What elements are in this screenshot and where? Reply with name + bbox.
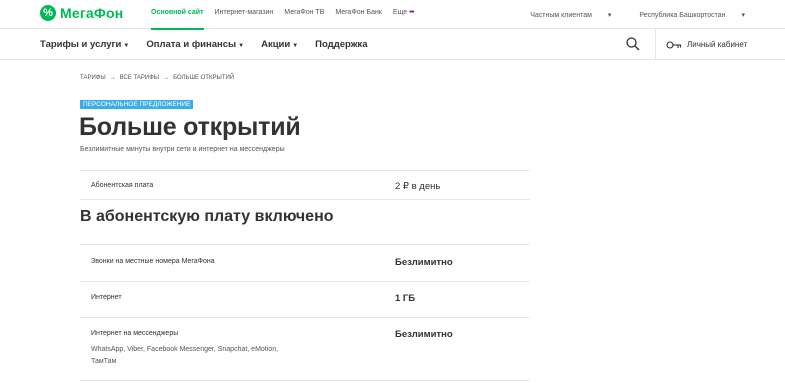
breadcrumb-tariffs[interactable]: Тарифы	[80, 75, 106, 81]
top-right: Частным клиентам ▾ Республика Башкортост…	[502, 0, 745, 29]
fee-value: 2 ₽ в день	[395, 181, 441, 192]
top-bar: % МегаФон Основной сайт Интернет-магазин…	[0, 0, 785, 30]
logo-icon: %	[40, 5, 56, 21]
logo-text: МегаФон	[60, 5, 124, 21]
top-nav-megafon-bank[interactable]: МегаФон Банк	[335, 0, 382, 29]
region-selector[interactable]: Республика Башкортостан ▾	[625, 11, 745, 19]
top-nav-megafon-tv[interactable]: МегаФон ТВ	[284, 0, 324, 29]
personal-account-label: Личный кабинет	[687, 40, 748, 49]
tariff-subtitle: Безлимитные минуты внутри сети и интерне…	[80, 146, 285, 153]
divider	[80, 380, 530, 381]
chevron-down-icon: ▼	[292, 43, 299, 49]
menu-payment[interactable]: Оплата и финансы ▼	[146, 39, 244, 50]
main-nav: Тарифы и услуги ▼ Оплата и финансы ▼ Акции…	[0, 29, 785, 60]
segment-selector[interactable]: Частным клиентам ▾	[516, 11, 611, 19]
menu-support[interactable]: Поддержка	[315, 39, 367, 50]
chevron-down-icon: ▾	[741, 11, 745, 19]
chevron-down-icon: ▾	[607, 11, 612, 19]
menu-promotions[interactable]: Акции ▼	[261, 39, 298, 50]
included-messengers-label: Интернет на мессенджеры	[91, 330, 179, 337]
top-nav-online-store[interactable]: Интернет-магазин	[215, 0, 274, 29]
divider	[80, 244, 530, 245]
divider	[80, 199, 530, 200]
included-messengers-value: Безлимитно	[395, 329, 453, 340]
top-nav: Основной сайт Интернет-магазин МегаФон Т…	[151, 0, 425, 30]
menu-promotions-label: Акции	[261, 39, 291, 50]
chevron-down-icon: ▼	[123, 43, 130, 49]
top-nav-main-site[interactable]: Основной сайт	[151, 0, 204, 30]
segment-label: Частным клиентам	[530, 11, 592, 19]
included-title: В абонентскую плату включено	[80, 208, 334, 225]
divider	[80, 281, 530, 282]
chevron-down-icon: ▼	[238, 43, 245, 49]
divider	[80, 170, 530, 171]
more-dots-icon: •••	[409, 9, 414, 16]
menu-payment-label: Оплата и финансы	[146, 39, 237, 50]
arrow-right-icon: →	[109, 75, 116, 81]
nav-divider	[655, 29, 656, 60]
included-internet-value: 1 ГБ	[395, 293, 416, 304]
messengers-list: WhatsApp, Viber, Facebook Messenger, Sna…	[91, 346, 279, 365]
personal-account-link[interactable]: Личный кабинет	[666, 29, 747, 60]
menu-tariffs[interactable]: Тарифы и услуги ▼	[40, 39, 129, 50]
included-calls-label: Звонки на местные номера МегаФона	[91, 258, 215, 265]
breadcrumb-all-tariffs[interactable]: Все тарифы	[120, 75, 159, 81]
search-icon[interactable]	[625, 36, 641, 52]
divider	[80, 317, 530, 318]
top-nav-more[interactable]: Еще •••	[392, 0, 415, 29]
included-internet-label: Интернет	[91, 294, 122, 301]
megafon-logo[interactable]: % МегаФон	[40, 5, 123, 21]
top-nav-more-label: Еще	[392, 9, 408, 16]
personal-offer-badge: Персональное предложение	[80, 100, 194, 109]
breadcrumb: Тарифы → Все тарифы → Больше открытий	[80, 75, 234, 81]
breadcrumb-current: Больше открытий	[173, 75, 235, 81]
menu-tariffs-label: Тарифы и услуги	[40, 39, 122, 50]
fee-label: Абонентская плата	[91, 182, 154, 189]
region-label: Республика Башкортостан	[639, 11, 726, 19]
key-icon	[666, 40, 682, 49]
arrow-right-icon: →	[163, 75, 170, 81]
page-title: Больше открытий	[79, 113, 301, 141]
main-menu: Тарифы и услуги ▼ Оплата и финансы ▼ Акции…	[40, 29, 384, 60]
included-calls-value: Безлимитно	[395, 257, 453, 268]
